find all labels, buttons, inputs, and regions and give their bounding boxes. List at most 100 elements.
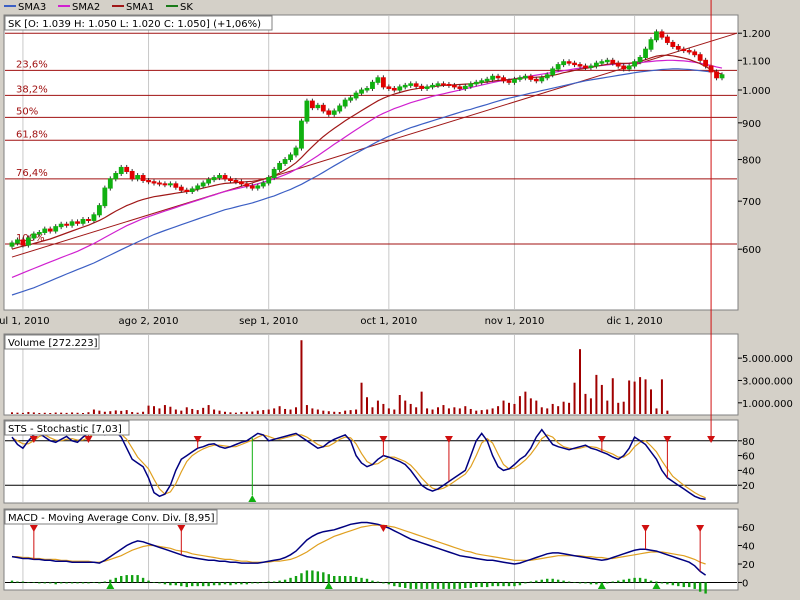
price-ytick-label: 900 (742, 119, 761, 130)
candle-body (102, 187, 108, 207)
candle-body (326, 110, 332, 115)
candle-body (484, 78, 490, 82)
macd-histogram-bar (551, 578, 554, 583)
candle-body (451, 84, 457, 88)
volume-bar (185, 407, 188, 414)
macd-histogram-bar (294, 576, 298, 583)
macd-histogram-bar (262, 582, 265, 583)
volume-bar (535, 400, 538, 414)
volume-bar (131, 411, 134, 414)
volume-title: Volume [272.223] (8, 338, 98, 349)
volume-bar (16, 412, 19, 414)
volume-title-box: Volume [272.223] (4, 334, 100, 350)
volume-bar (142, 411, 145, 414)
macd-histogram-bar (54, 582, 57, 585)
candle-body (479, 80, 485, 83)
legend: SMA3 SMA2 SMA1 SK (4, 2, 193, 13)
macd-histogram-bar (267, 581, 270, 583)
price-title-box: SK [O: 1.039 H: 1.050 L: 1.020 C: 1.050]… (4, 15, 273, 31)
candle-body (621, 65, 627, 70)
price-ytick-label: 800 (742, 156, 761, 167)
macd-title: MACD - Moving Average Conv. Div. [8,95] (8, 513, 215, 524)
volume-bar (60, 412, 63, 414)
macd-histogram-bar (196, 582, 199, 587)
candle-body (20, 239, 26, 246)
volume-bar (300, 340, 303, 414)
candle-body (686, 50, 692, 53)
candle-body (441, 83, 446, 86)
volume-bar (240, 411, 243, 414)
macd-histogram-bar (469, 582, 472, 588)
macd-histogram-bar (475, 582, 478, 588)
volume-bar (486, 409, 489, 414)
volume-bar (655, 408, 658, 414)
stochastic-ytick-label: 60 (742, 452, 755, 463)
candle-body (522, 75, 528, 79)
macd-histogram-bar (524, 582, 527, 584)
macd-histogram-bar (573, 582, 576, 583)
macd-histogram-bar (191, 582, 194, 587)
volume-bar (622, 401, 625, 414)
volume-bar (163, 405, 166, 414)
macd-histogram-bar (458, 582, 462, 589)
candle-body (238, 181, 244, 185)
volume-bar (437, 407, 439, 414)
candle-body (703, 59, 709, 67)
candle-body (167, 183, 173, 186)
volume-bar (202, 407, 205, 414)
volume-bar (398, 395, 401, 414)
candle-body (151, 181, 157, 184)
legend-label-sk: SK (180, 2, 193, 13)
macd-histogram-bar (464, 582, 467, 588)
price-ytick-label: 1.000 (742, 86, 771, 97)
candle-body (25, 237, 31, 246)
candle-body (375, 77, 381, 83)
candle-body (91, 214, 97, 221)
macd-histogram-bar (120, 576, 123, 583)
price-ytick-label: 700 (742, 197, 761, 208)
macd-histogram-bar (333, 576, 336, 583)
volume-bar (349, 410, 352, 414)
candle-body (228, 178, 233, 181)
candle-body (692, 51, 698, 56)
candle-body (124, 166, 130, 172)
candle-body (490, 75, 496, 80)
candle-body (271, 168, 277, 179)
macd-histogram-bar (289, 577, 292, 583)
candle-body (348, 97, 354, 101)
volume-bar (617, 402, 620, 414)
macd-histogram-bar (666, 582, 669, 585)
volume-bar (256, 410, 259, 414)
candle-body (359, 89, 364, 94)
macd-histogram-bar (38, 582, 41, 584)
candle-body (566, 61, 572, 64)
volume-bar (174, 409, 177, 414)
candle-body (424, 86, 430, 89)
volume-bar (11, 412, 13, 414)
candle-body (397, 86, 403, 91)
candle-body (189, 188, 195, 193)
volume-bar (273, 408, 276, 414)
candle-body (129, 170, 135, 180)
volume-bar (633, 381, 636, 414)
volume-bar (382, 403, 385, 414)
macd-histogram-bar (633, 577, 636, 583)
price-panel (3, 14, 739, 311)
volume-bar (327, 411, 330, 414)
macd-histogram-bar (185, 582, 188, 588)
volume-bar (32, 412, 35, 414)
volume-bar (92, 409, 95, 414)
macd-histogram-bar (98, 582, 101, 584)
macd-histogram-bar (245, 582, 249, 585)
volume-bar (65, 412, 68, 414)
macd-histogram-bar (627, 578, 631, 583)
price-ytick-label: 600 (742, 245, 761, 256)
macd-histogram-bar (546, 578, 549, 583)
volume-bar (442, 405, 445, 414)
macd-histogram-bar (256, 582, 259, 584)
volume-bar (366, 397, 368, 414)
macd-histogram-bar (567, 581, 571, 583)
candle-body (577, 64, 583, 67)
stochastic-ytick-label: 40 (742, 466, 755, 477)
volume-bar (660, 379, 663, 414)
